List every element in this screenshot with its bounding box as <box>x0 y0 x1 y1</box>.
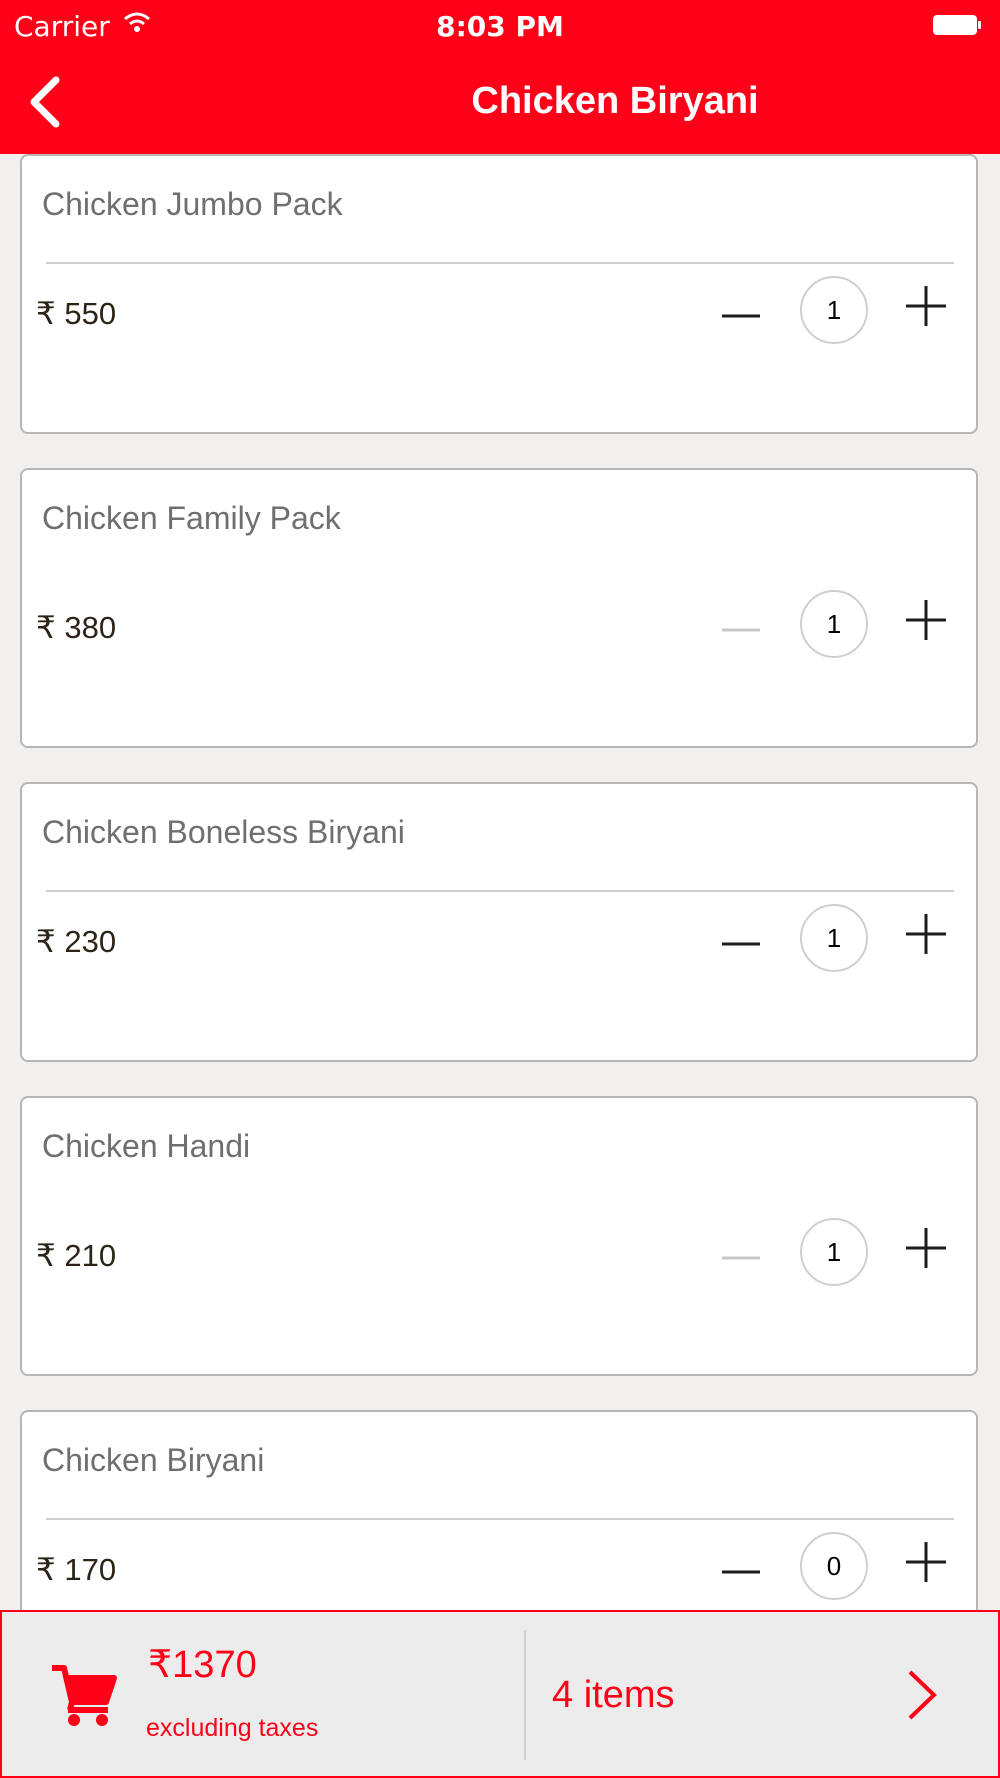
product-price: ₹ 170 <box>36 1552 117 1587</box>
product-price: ₹ 550 <box>36 296 117 331</box>
product-card: Chicken Jumbo Pack ₹ 550 1 <box>20 154 978 434</box>
card-divider <box>46 1518 954 1520</box>
quantity-value: 0 <box>800 1532 868 1600</box>
product-name: Chicken Handi <box>42 1128 251 1164</box>
minus-icon[interactable] <box>720 296 762 336</box>
product-card: Chicken Family Pack ₹ 380 1 <box>20 468 978 748</box>
product-name: Chicken Boneless Biryani <box>42 814 405 850</box>
quantity-value: 1 <box>800 1218 868 1286</box>
product-name: Chicken Biryani <box>42 1442 265 1478</box>
page-title: Chicken Biryani <box>471 80 759 122</box>
quantity-value: 1 <box>800 590 868 658</box>
quantity-value: 1 <box>800 904 868 972</box>
plus-icon[interactable] <box>902 590 950 650</box>
minus-icon[interactable] <box>720 1552 762 1592</box>
checkout-button[interactable]: 4 items <box>526 1612 1000 1776</box>
plus-icon[interactable] <box>902 276 950 336</box>
plus-icon[interactable] <box>902 1532 950 1592</box>
battery-icon <box>933 15 981 35</box>
product-price: ₹ 380 <box>36 610 117 645</box>
product-price: ₹ 230 <box>36 924 117 959</box>
product-price: ₹ 210 <box>36 1238 117 1273</box>
chevron-right-icon <box>908 1670 937 1720</box>
status-bar: Carrier 8:03 PM <box>0 0 1000 50</box>
tax-note: excluding taxes <box>146 1714 319 1742</box>
cart-item-count: 4 items <box>552 1674 675 1716</box>
product-name: Chicken Family Pack <box>42 500 341 536</box>
plus-icon[interactable] <box>902 904 950 964</box>
cart-total: ₹1370 <box>148 1644 257 1686</box>
nav-bar: Chicken Biryani <box>0 50 1000 154</box>
status-time: 8:03 PM <box>436 10 564 43</box>
minus-icon[interactable] <box>720 1238 762 1278</box>
card-divider <box>46 890 954 892</box>
plus-icon[interactable] <box>902 1218 950 1278</box>
product-card: Chicken Handi ₹ 210 1 <box>20 1096 978 1376</box>
product-name: Chicken Jumbo Pack <box>42 186 343 222</box>
cart-bar: ₹1370 excluding taxes 4 items <box>0 1610 1000 1778</box>
card-divider <box>46 262 954 264</box>
minus-icon[interactable] <box>720 610 762 650</box>
minus-icon[interactable] <box>720 924 762 964</box>
quantity-value: 1 <box>800 276 868 344</box>
product-card: Chicken Boneless Biryani ₹ 230 1 <box>20 782 978 1062</box>
shopping-cart-icon <box>52 1665 117 1726</box>
